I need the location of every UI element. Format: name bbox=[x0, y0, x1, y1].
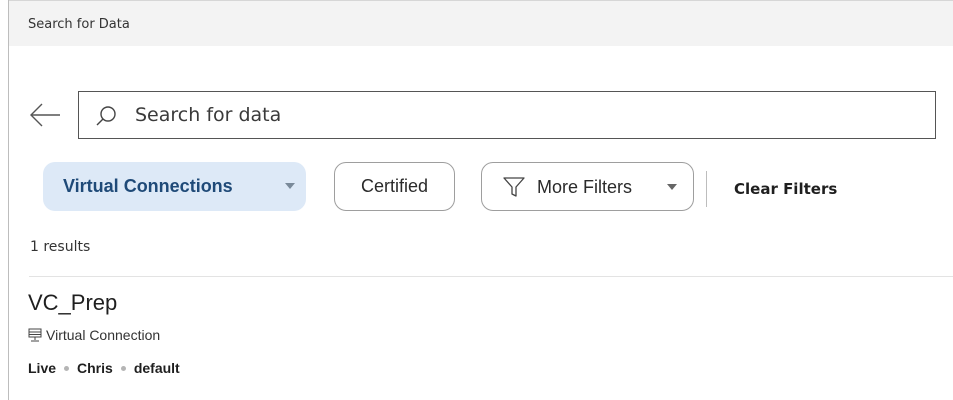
certified-filter[interactable]: Certified bbox=[334, 162, 455, 211]
result-type-label: Virtual Connection bbox=[46, 327, 161, 343]
search-icon bbox=[96, 106, 116, 126]
results-divider bbox=[29, 276, 953, 277]
more-filters-label: More Filters bbox=[537, 177, 633, 197]
more-filters-button[interactable]: More Filters bbox=[481, 162, 694, 211]
filter-icon bbox=[503, 177, 525, 197]
caret-down-icon bbox=[285, 183, 295, 189]
title-bar: Search for Data bbox=[9, 0, 953, 46]
certified-filter-label: Certified bbox=[360, 176, 429, 196]
virtual-connection-icon bbox=[28, 328, 42, 342]
owner-name: Chris bbox=[77, 360, 113, 376]
back-button[interactable] bbox=[29, 102, 61, 128]
back-arrow-icon bbox=[30, 103, 60, 127]
search-input[interactable] bbox=[135, 92, 915, 138]
result-meta: Live Chris default bbox=[28, 360, 180, 376]
project-name: default bbox=[133, 360, 180, 376]
virtual-connections-filter-label: Virtual Connections bbox=[63, 176, 233, 196]
results-count: 1 results bbox=[30, 239, 91, 255]
filter-divider bbox=[706, 171, 707, 207]
panel-title: Search for Data bbox=[28, 17, 130, 32]
result-title-link[interactable]: VC_Prep bbox=[28, 290, 117, 316]
separator-dot bbox=[120, 365, 126, 371]
caret-down-icon bbox=[667, 184, 677, 190]
connection-mode: Live bbox=[28, 360, 57, 376]
virtual-connections-filter[interactable]: Virtual Connections bbox=[43, 162, 306, 211]
result-type: Virtual Connection bbox=[28, 327, 160, 343]
separator-dot bbox=[64, 365, 70, 371]
search-box bbox=[78, 91, 936, 139]
clear-filters-link[interactable]: Clear Filters bbox=[734, 180, 837, 198]
search-for-data-panel: Search for Data Virtual Connections Cert… bbox=[8, 0, 953, 400]
